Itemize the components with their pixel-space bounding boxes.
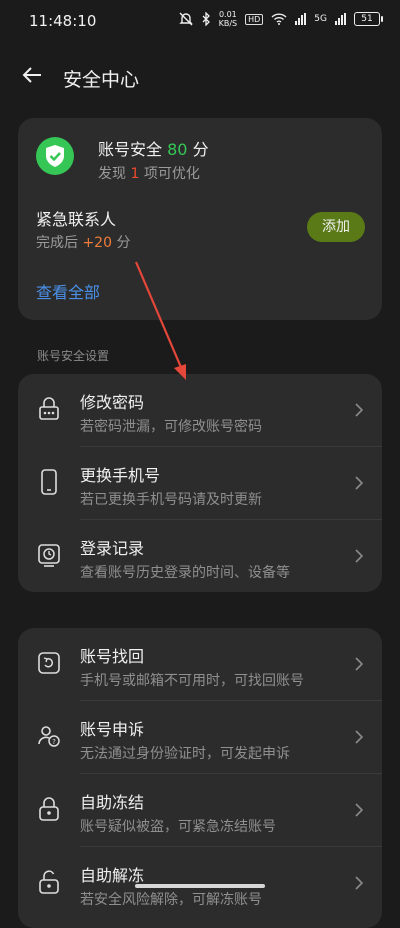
wifi-icon — [271, 13, 287, 25]
change-password-item[interactable]: 修改密码 若密码泄漏，可修改账号密码 — [18, 374, 382, 446]
chevron-right-icon — [355, 403, 364, 417]
shield-check-icon — [36, 137, 74, 175]
signal-icon — [295, 13, 307, 25]
password-icon — [39, 397, 59, 420]
item-title: 登录记录 — [80, 539, 145, 558]
emergency-contact-title: 紧急联系人 — [36, 210, 117, 229]
item-subtitle: 无法通过身份验证时，可发起申诉 — [80, 746, 290, 762]
network-type: 5G — [314, 14, 327, 24]
clock: 11:48:10 — [29, 12, 97, 30]
login-history-item[interactable]: 登录记录 查看账号历史登录的时间、设备等 — [18, 520, 382, 592]
view-all-link[interactable]: 查看全部 — [36, 279, 100, 303]
chevron-right-icon — [355, 657, 364, 671]
mute-icon — [178, 12, 193, 26]
hd-badge: HD — [245, 13, 264, 25]
chevron-right-icon — [355, 730, 364, 744]
home-indicator[interactable] — [135, 884, 265, 888]
status-bar: 11:48:10 0.01 KB/S HD 5G 51 — [0, 0, 400, 44]
item-subtitle: 若已更换手机号码请及时更新 — [80, 492, 262, 508]
self-unfreeze-item[interactable]: 自助解冻 若安全风险解除，可解冻账号 — [18, 847, 382, 919]
emergency-contact-reward: 完成后 +20 分 — [36, 235, 131, 251]
network-speed: 0.01 KB/S — [218, 10, 238, 28]
optimization-hint: 发现 1 项可优化 — [98, 166, 200, 182]
change-phone-item[interactable]: 更换手机号 若已更换手机号码请及时更新 — [18, 447, 382, 519]
status-icons: 0.01 KB/S HD 5G 51 — [178, 10, 383, 28]
account-retrieve-item[interactable]: 账号找回 手机号或邮箱不可用时，可找回账号 — [18, 628, 382, 700]
security-score: 账号安全 80 分 — [98, 140, 209, 159]
add-contact-button[interactable]: 添加 — [307, 212, 365, 242]
item-title: 更换手机号 — [80, 466, 161, 485]
self-freeze-item[interactable]: 自助冻结 账号疑似被盗，可紧急冻结账号 — [18, 774, 382, 846]
item-subtitle: 账号疑似被盗，可紧急冻结账号 — [80, 819, 276, 835]
bluetooth-icon — [202, 12, 210, 26]
page-title: 安全中心 — [63, 69, 140, 91]
security-status-card: 账号安全 80 分 发现 1 项可优化 紧急联系人 完成后 +20 分 添加 查… — [18, 118, 382, 320]
back-arrow-icon[interactable] — [20, 63, 44, 87]
unlock-icon — [39, 870, 59, 894]
clock-icon — [38, 544, 60, 567]
battery-icon: 51 — [354, 12, 383, 26]
retrieve-icon — [38, 652, 60, 674]
chevron-right-icon — [355, 803, 364, 817]
item-title: 修改密码 — [80, 393, 145, 412]
item-subtitle: 查看账号历史登录的时间、设备等 — [80, 565, 290, 581]
account-security-settings: 修改密码 若密码泄漏，可修改账号密码 更换手机号 若已更换手机号码请及时更新 登… — [18, 374, 382, 592]
item-title: 自助冻结 — [80, 793, 145, 812]
signal-2-icon — [335, 13, 346, 25]
lock-icon — [39, 797, 59, 821]
appeal-icon: ? — [38, 726, 60, 747]
item-subtitle: 手机号或邮箱不可用时，可找回账号 — [80, 673, 304, 689]
item-subtitle: 若安全风险解除，可解冻账号 — [80, 892, 262, 908]
account-recovery-list: 账号找回 手机号或邮箱不可用时，可找回账号 ? 账号申诉 无法通过身份验证时，可… — [18, 628, 382, 928]
item-title: 自助解冻 — [80, 866, 145, 885]
account-appeal-item[interactable]: ? 账号申诉 无法通过身份验证时，可发起申诉 — [18, 701, 382, 773]
section-label: 账号安全设置 — [37, 349, 110, 363]
chevron-right-icon — [355, 549, 364, 563]
chevron-right-icon — [355, 876, 364, 890]
item-title: 账号申诉 — [80, 720, 145, 739]
item-title: 账号找回 — [80, 647, 145, 666]
svg-text:?: ? — [52, 738, 56, 746]
chevron-right-icon — [355, 476, 364, 490]
phone-icon — [41, 469, 57, 495]
header: 安全中心 — [0, 55, 400, 99]
item-subtitle: 若密码泄漏，可修改账号密码 — [80, 419, 262, 435]
